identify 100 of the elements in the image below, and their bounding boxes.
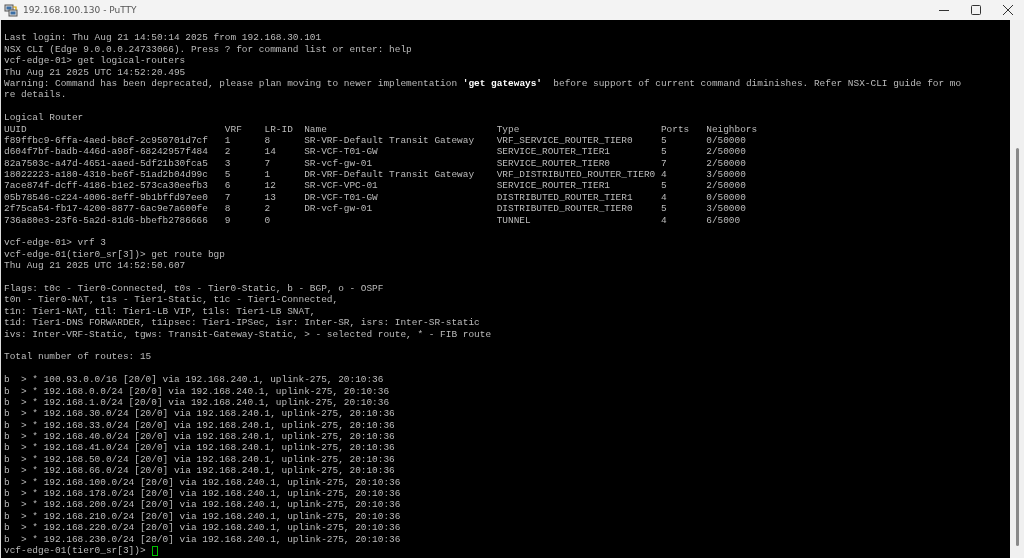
table-cell: 12 (264, 180, 276, 192)
table-cell: 05b78546-c224-4006-8eff-9b1bffd97ee0 (4, 191, 208, 203)
column-header: Neighbors (706, 123, 758, 135)
terminal-line: b > * 192.168.220.0/24 [20/0] via 192.168.240.1, uplink-275, 20:10:36 (4, 522, 401, 534)
table-cell: SR-VCF-VPC-01 (304, 180, 378, 192)
table-cell: 6 (224, 180, 231, 192)
command-prompt: vcf-edge-01(tier0_sr[3])> (4, 544, 146, 557)
table-cell: SR-VRF-Default Transit Gateway (304, 134, 475, 146)
table-cell: 18022223-a180-4310-be6f-51ad2b04d99c (4, 169, 208, 181)
table-cell: SERVICE_ROUTER_TIER0 (496, 157, 610, 169)
table-cell: DR-VCF-T01-GW (304, 191, 378, 203)
table-cell: 3/50000 (706, 169, 746, 181)
table-cell: 13 (264, 191, 276, 203)
table-cell: 2/50000 (706, 157, 746, 169)
terminal-line: ivs: Inter-VRF-Static, tgws: Transit-Gateway-Static, > - selected route, * - FIB route (4, 328, 492, 340)
terminal-line: t1n: Tier1-NAT, t1l: Tier1-LB VIP, t1ls: Tier1-LB SNAT, (4, 305, 316, 318)
table-cell: 5 (660, 134, 667, 146)
table-cell: DISTRIBUTED_ROUTER_TIER1 (496, 191, 633, 203)
table-cell: DR-VRF-Default Transit Gateway (304, 169, 475, 181)
terminal-line: b > * 192.168.50.0/24 [20/0] via 192.168.240.1, uplink-275, 20:10:36 (4, 453, 395, 466)
terminal-line: NSX CLI (Edge 9.0.0.0.24733066). Press ? for command list or enter: help (4, 43, 412, 56)
text-cursor (151, 545, 158, 556)
table-cell: 0/50000 (706, 134, 746, 146)
terminal-line: t1d: Tier1-DNS FORWARDER, t1ipsec: Tier1-IPSec, isr: Inter-SR, isrs: Inter-SR-static (4, 317, 480, 329)
table-cell: 1 (224, 134, 231, 146)
terminal-line: b > * 192.168.66.0/24 [20/0] via 192.168.240.1, uplink-275, 20:10:36 (4, 465, 395, 477)
table-cell: SERVICE_ROUTER_TIER1 (496, 146, 610, 158)
table-cell: 7 (660, 157, 667, 169)
table-cell: VRF_SERVICE_ROUTER_TIER0 (496, 134, 633, 146)
table-cell: 2/50000 (706, 180, 746, 192)
column-header: VRF (224, 123, 242, 135)
terminal-line: b > * 192.168.100.0/24 [20/0] via 192.168.240.1, uplink-275, 20:10:36 (4, 476, 401, 488)
table-cell: 2f75ca54-fb17-4200-8877-6ac9e7a600fe (4, 203, 208, 215)
table-cell: 9 (224, 214, 231, 226)
table-cell: 0/50000 (706, 191, 746, 203)
close-icon (1003, 5, 1013, 15)
column-header: Ports (660, 123, 690, 135)
table-cell: 82a7503c-a47d-4651-aaed-5df21b30fca5 (4, 157, 208, 169)
terminal-line: b > * 192.168.41.0/24 [20/0] via 192.168.240.1, uplink-275, 20:10:36 (4, 442, 395, 454)
terminal-line: b > * 192.168.1.0/24 [20/0] via 192.168.240.1, uplink-275, 20:10:36 (4, 396, 390, 409)
terminal-line: Thu Aug 21 2025 UTC 14:52:20.495 (4, 66, 186, 78)
maximize-icon (971, 5, 981, 15)
table-cell: 7ace874f-dcff-4186-b1e2-573ca30eefb3 (4, 180, 208, 192)
terminal-line: b > * 192.168.40.0/24 [20/0] via 192.168.240.1, uplink-275, 20:10:36 (4, 431, 395, 443)
column-header: UUID (4, 123, 27, 135)
table-cell: 3/50000 (706, 203, 746, 215)
table-cell: 2 (224, 146, 231, 158)
terminal-line: Last login: Thu Aug 21 14:50:14 2025 from 192.168.30.101 (4, 32, 322, 44)
table-cell: 4 (660, 214, 667, 226)
terminal-line: b > * 192.168.210.0/24 [20/0] via 192.168.240.1, uplink-275, 20:10:36 (4, 510, 401, 523)
table-cell: 8 (264, 134, 271, 146)
table-cell: TUNNEL (496, 214, 531, 226)
terminal-line: b > * 192.168.0.0/24 [20/0] via 192.168.240.1, uplink-275, 20:10:36 (4, 385, 390, 397)
terminal-line: t0n - Tier0-NAT, t1s - Tier1-Static, t1c - Tier1-Connected, (4, 294, 339, 306)
terminal-line: vcf-edge-01(tier0_sr[3])> get route bgp (4, 248, 225, 261)
table-cell: 5 (660, 180, 667, 192)
table-cell: d604f7bf-badb-446d-a98f-68242957f484 (4, 146, 208, 158)
terminal-line: b > * 192.168.200.0/24 [20/0] via 192.168.240.1, uplink-275, 20:10:36 (4, 499, 401, 511)
table-cell: 5 (660, 203, 667, 215)
table-cell: 2 (264, 203, 271, 215)
column-header: Name (304, 123, 327, 135)
table-cell: 2/50000 (706, 146, 746, 158)
terminal-line: vcf-edge-01> vrf 3 (4, 237, 106, 249)
computer-icon (4, 3, 18, 17)
table-cell: SR-VCF-T01-GW (304, 146, 378, 158)
table-cell: 1 (264, 169, 271, 181)
scrollbar-thumb[interactable] (1016, 148, 1019, 546)
table-cell: 736a80e3-23f6-5a2d-81d6-bbefb2786666 (4, 214, 208, 226)
terminal-line: b > * 192.168.178.0/24 [20/0] via 192.168.240.1, uplink-275, 20:10:36 (4, 488, 401, 500)
terminal-line: re details. (4, 89, 67, 101)
table-cell: VRF_DISTRIBUTED_ROUTER_TIER0 (496, 169, 656, 181)
table-cell: 4 (660, 169, 667, 181)
column-header: LR-ID (264, 123, 293, 135)
table-cell: 14 (264, 146, 276, 158)
table-cell: f89ffbc9-6ffa-4aed-b8cf-2c950701d7cf (4, 134, 208, 146)
terminal-line: Total number of routes: 15 (4, 351, 152, 363)
window-title: 192.168.100.130 - PuTTY (23, 5, 137, 15)
table-cell: DISTRIBUTED_ROUTER_TIER0 (496, 203, 633, 215)
terminal-line: Warning: Command has been deprecated, please plan moving to newer implementation 'get gateways' before support of current command diminishes. Refer NSX-CLI guide for mo (4, 77, 962, 90)
terminal-line: vcf-edge-01> get logical-routers (4, 55, 186, 67)
table-cell: 5 (660, 146, 667, 158)
terminal-screen[interactable] (0, 20, 1010, 558)
table-cell: DR-vcf-gw-01 (304, 203, 373, 215)
table-cell: 7 (264, 157, 271, 169)
terminal-line: b > * 192.168.33.0/24 [20/0] via 192.168.240.1, uplink-275, 20:10:36 (4, 419, 395, 432)
terminal-line: Logical Router (4, 112, 84, 124)
table-cell: 4 (660, 191, 667, 203)
table-cell: 8 (224, 203, 231, 215)
terminal-line: Thu Aug 21 2025 UTC 14:52:50.607 (4, 260, 186, 272)
table-cell: 0 (264, 214, 271, 226)
terminal-line: b > * 192.168.30.0/24 [20/0] via 192.168.240.1, uplink-275, 20:10:36 (4, 408, 395, 420)
table-cell: 6/5000 (706, 214, 741, 226)
table-cell: 7 (224, 191, 231, 203)
table-cell: SR-vcf-gw-01 (304, 157, 373, 169)
table-cell: 3 (224, 157, 231, 169)
table-cell: SERVICE_ROUTER_TIER1 (496, 180, 610, 192)
table-cell: 5 (224, 169, 231, 181)
terminal-line: b > * 192.168.230.0/24 [20/0] via 192.168.240.1, uplink-275, 20:10:36 (4, 533, 401, 545)
column-header: Type (496, 123, 520, 135)
terminal-line: Flags: t0c - Tier0-Connected, t0s - Tier0-Static, b - BGP, o - OSPF (4, 283, 384, 295)
